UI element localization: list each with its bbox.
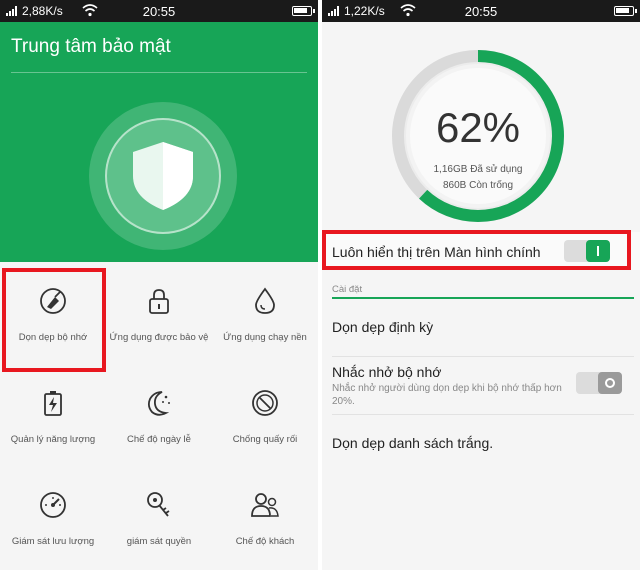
battery-icon xyxy=(614,6,637,16)
security-scan-button[interactable] xyxy=(89,102,237,250)
status-bar: 2,88K/s 20:55 xyxy=(0,0,318,22)
tile-permission-monitor[interactable]: giám sát quyền xyxy=(106,466,212,568)
tile-power-management[interactable]: Quản lý năng lượng xyxy=(0,364,106,466)
settings-section-label: Cài đặt xyxy=(332,284,363,295)
tile-traffic-monitor[interactable]: Giám sát lưu lượng xyxy=(0,466,106,568)
tile-label: giám sát quyền xyxy=(126,536,192,547)
tile-label: Chế độ ngày lễ xyxy=(127,434,191,445)
memory-reminder-description: Nhắc nhở người dùng dọn dẹp khi bộ nhớ t… xyxy=(332,383,562,407)
speedometer-icon xyxy=(40,492,66,518)
periodic-cleanup-label: Dọn dẹp định kỳ xyxy=(332,319,434,335)
whitelist-cleanup-label: Dọn dẹp danh sách trắng. xyxy=(332,435,494,451)
memory-cleanup-screen: 1,22K/s 20:55 62% 1,16GB Đã sử dụng 860B… xyxy=(322,0,640,570)
moon-stars-icon xyxy=(147,391,170,416)
clock: 20:55 xyxy=(142,4,176,19)
tile-label: Ứng dụng được bảo vệ xyxy=(109,332,209,343)
tile-label: Quản lý năng lượng xyxy=(10,434,96,445)
memory-percent: 62% xyxy=(435,104,521,151)
memory-free: 860B Còn trống xyxy=(442,180,514,191)
droplet-icon xyxy=(255,287,275,314)
block-icon xyxy=(252,390,278,416)
tile-label: Giám sát lưu lượng xyxy=(11,536,95,547)
security-center-screen: 2,88K/s 20:55 Trung tâm bảo mật Dọn dẹp … xyxy=(0,0,318,570)
memory-used: 1,16GB Đã sử dụng xyxy=(433,164,523,175)
guest-users-icon xyxy=(251,493,279,517)
section-divider xyxy=(332,297,634,299)
battery-icon xyxy=(44,391,62,416)
tile-label: Ứng dụng chạy nền xyxy=(223,332,307,343)
status-bar: 1,22K/s 20:55 xyxy=(322,0,640,22)
shield-icon xyxy=(133,142,193,210)
tile-anti-harassment[interactable]: Chống quấy rối xyxy=(212,364,318,466)
lock-icon xyxy=(149,289,169,314)
tile-label: Chế độ khách xyxy=(235,536,295,547)
memory-gauge: 62% 1,16GB Đã sử dụng 860B Còn trống xyxy=(386,44,570,228)
memory-reminder-label: Nhắc nhở bộ nhớ xyxy=(332,364,442,380)
toggle-knob xyxy=(598,372,622,394)
battery-icon xyxy=(292,6,315,16)
tile-holiday-mode[interactable]: Chế độ ngày lễ xyxy=(106,364,212,466)
row-divider xyxy=(332,414,634,415)
whitelist-cleanup-row[interactable]: Dọn dẹp danh sách trắng. xyxy=(322,416,640,472)
highlight-box xyxy=(322,230,631,270)
memory-gauge-area: 62% 1,16GB Đã sử dụng 860B Còn trống xyxy=(322,22,640,232)
header-divider xyxy=(11,72,307,73)
page-title: Trung tâm bảo mật xyxy=(11,36,171,57)
memory-reminder-toggle[interactable] xyxy=(576,372,622,394)
security-header: Trung tâm bảo mật xyxy=(0,22,318,262)
row-divider xyxy=(332,356,634,357)
highlight-box xyxy=(2,268,106,372)
tile-label: Chống quấy rối xyxy=(232,434,298,445)
periodic-cleanup-row[interactable]: Dọn dẹp định kỳ xyxy=(322,300,640,356)
clock: 20:55 xyxy=(464,4,498,19)
tile-guest-mode[interactable]: Chế độ khách xyxy=(212,466,318,568)
key-icon xyxy=(147,492,170,517)
tile-background-apps[interactable]: Ứng dụng chạy nền xyxy=(212,262,318,364)
tile-protected-apps[interactable]: Ứng dụng được bảo vệ xyxy=(106,262,212,364)
